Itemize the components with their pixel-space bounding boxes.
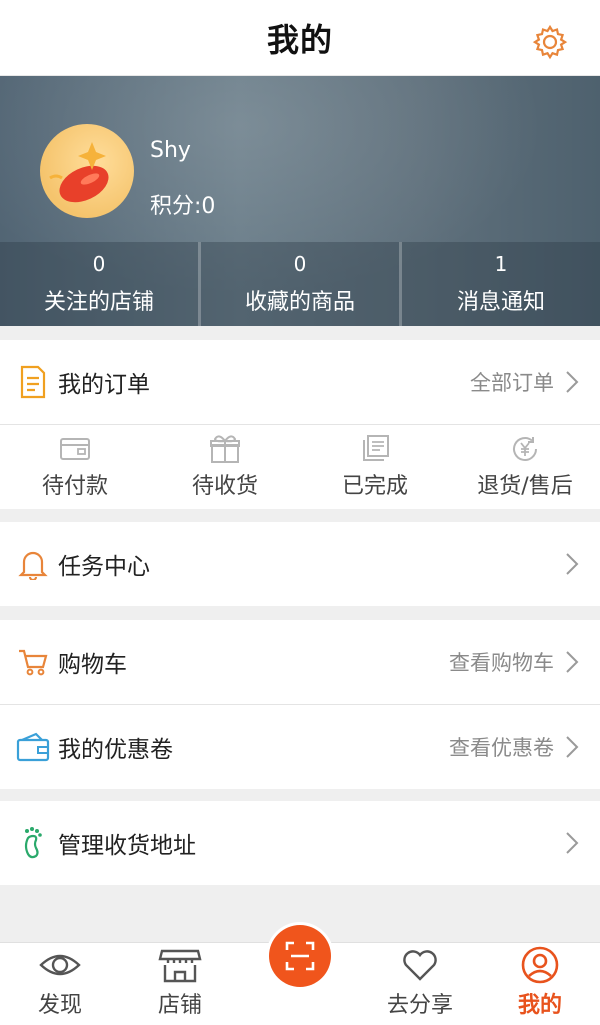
orders-card: 我的订单 全部订单 待付款 待收货 已完成 退货/售后 <box>0 340 600 509</box>
user-circle-icon <box>521 946 559 984</box>
points-label: 积分: <box>150 194 202 219</box>
stat-count: 0 <box>293 252 307 276</box>
refund-yen-icon <box>513 437 537 461</box>
scan-button[interactable] <box>269 925 331 987</box>
settings-button[interactable] <box>530 22 570 62</box>
profile-stats: 0 关注的店铺 0 收藏的商品 1 消息通知 <box>0 242 600 326</box>
page-title: 我的 <box>266 20 333 59</box>
task-center-card: 任务中心 <box>0 522 600 606</box>
tab-share[interactable]: 去分享 <box>360 943 480 1025</box>
my-orders-row[interactable]: 我的订单 全部订单 <box>0 340 600 424</box>
order-status-label: 待收货 <box>191 474 258 499</box>
chevron-right-icon <box>566 371 579 393</box>
view-coupons-link[interactable]: 查看优惠卷 <box>449 732 554 762</box>
document-stack-icon <box>363 435 389 461</box>
order-status-label: 退货/售后 <box>477 474 573 499</box>
cart-icon <box>19 649 48 676</box>
address-card: 管理收货地址 <box>0 801 600 885</box>
tab-mine[interactable]: 我的 <box>480 943 600 1025</box>
avatar[interactable] <box>40 124 134 218</box>
order-status-grid: 待付款 待收货 已完成 退货/售后 <box>0 425 600 509</box>
avatar-image <box>49 142 109 203</box>
chevron-right-icon <box>566 832 579 854</box>
cart-title: 购物车 <box>58 652 127 678</box>
wallet-card-icon <box>60 438 90 460</box>
order-status-completed[interactable]: 已完成 <box>300 425 450 509</box>
order-status-refund[interactable]: 退货/售后 <box>450 425 600 509</box>
order-status-pending-payment[interactable]: 待付款 <box>0 425 150 509</box>
coupon-wallet-icon <box>16 732 50 762</box>
manage-address-title: 管理收货地址 <box>58 833 196 859</box>
tab-label: 我的 <box>517 993 562 1018</box>
tab-label: 店铺 <box>157 993 202 1018</box>
cart-row[interactable]: 购物车 查看购物车 <box>0 620 600 704</box>
stat-count: 0 <box>92 252 106 276</box>
stat-notifications[interactable]: 1 消息通知 <box>402 242 600 326</box>
tab-label: 发现 <box>37 993 82 1018</box>
my-orders-title: 我的订单 <box>58 372 150 398</box>
gift-box-icon <box>210 435 240 463</box>
chevron-right-icon <box>566 553 579 575</box>
stat-label: 收藏的商品 <box>244 290 355 315</box>
shopping-card: 购物车 查看购物车 我的优惠卷 查看优惠卷 <box>0 620 600 789</box>
all-orders-link[interactable]: 全部订单 <box>470 367 554 397</box>
order-document-icon <box>20 365 46 399</box>
view-cart-link[interactable]: 查看购物车 <box>449 647 554 677</box>
footprint-icon <box>24 827 42 859</box>
tab-label: 去分享 <box>386 993 453 1018</box>
profile-header: Shy 积分:0 0 关注的店铺 0 收藏的商品 1 消息通知 <box>0 76 600 326</box>
eye-icon <box>39 954 81 976</box>
order-status-label: 已完成 <box>341 474 408 499</box>
coupons-row[interactable]: 我的优惠卷 查看优惠卷 <box>0 705 600 789</box>
stat-label: 关注的店铺 <box>43 290 154 315</box>
stat-followed-stores[interactable]: 0 关注的店铺 <box>0 242 201 326</box>
store-icon <box>158 949 202 983</box>
order-status-label: 待付款 <box>41 474 108 499</box>
heart-icon <box>403 950 437 981</box>
chevron-right-icon <box>566 736 579 758</box>
tab-stores[interactable]: 店铺 <box>120 943 240 1025</box>
bell-icon <box>18 551 48 580</box>
gear-icon <box>532 24 568 60</box>
points-display: 积分:0 <box>150 188 215 220</box>
stat-count: 1 <box>494 252 508 276</box>
task-center-title: 任务中心 <box>58 554 150 580</box>
scan-icon <box>285 941 315 971</box>
points-value: 0 <box>201 194 216 219</box>
tab-discover[interactable]: 发现 <box>0 943 120 1025</box>
username: Shy <box>150 138 191 163</box>
chevron-right-icon <box>566 651 579 673</box>
stat-favorite-products[interactable]: 0 收藏的商品 <box>201 242 402 326</box>
stat-label: 消息通知 <box>456 290 545 315</box>
top-bar: 我的 <box>0 0 600 76</box>
manage-address-row[interactable]: 管理收货地址 <box>0 801 600 885</box>
coupons-title: 我的优惠卷 <box>58 737 173 763</box>
task-center-row[interactable]: 任务中心 <box>0 522 600 606</box>
order-status-pending-receipt[interactable]: 待收货 <box>150 425 300 509</box>
